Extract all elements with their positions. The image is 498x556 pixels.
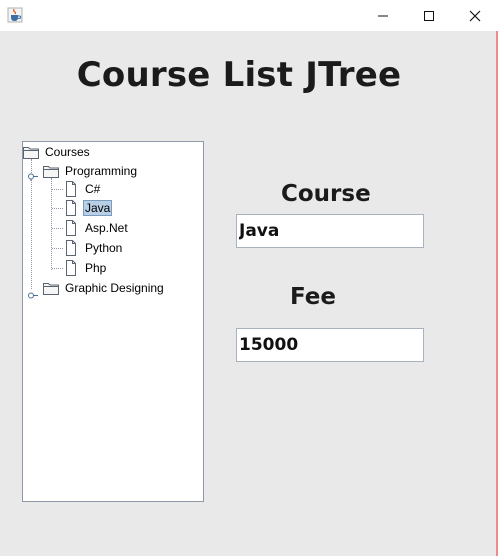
tree-node-label: C# <box>85 182 101 196</box>
maximize-icon <box>424 10 434 21</box>
file-icon <box>66 200 76 216</box>
folder-open-icon <box>23 147 39 159</box>
tree-leaf-aspnet[interactable]: Asp.Net <box>63 219 130 237</box>
file-icon <box>66 260 76 276</box>
tree-connector <box>51 178 52 270</box>
tree-connector <box>52 248 63 249</box>
file-icon <box>66 181 76 197</box>
minimize-icon <box>378 15 388 16</box>
tree-node-label: Graphic Designing <box>65 281 164 295</box>
tree-connector <box>52 189 63 190</box>
file-icon <box>66 220 76 236</box>
java-cup-icon[interactable] <box>7 7 23 23</box>
tree-leaf-java[interactable]: Java <box>63 199 113 217</box>
tree-root-courses[interactable]: Courses <box>23 143 92 161</box>
tree-connector <box>52 268 63 269</box>
tree-node-label: Php <box>85 261 107 275</box>
course-tree[interactable]: Courses Programming C# Java Asp.Net Pyth… <box>22 141 204 502</box>
minimize-button[interactable] <box>360 0 406 31</box>
tree-connector <box>52 208 63 209</box>
tree-node-label: Python <box>85 241 123 255</box>
page-title: Course List JTree <box>76 55 402 95</box>
folder-open-icon <box>43 166 59 178</box>
tree-connector <box>52 228 63 229</box>
tree-node-programming[interactable]: Programming <box>43 162 139 180</box>
course-label: Course <box>281 181 371 207</box>
tree-leaf-python[interactable]: Python <box>63 239 124 257</box>
tree-node-label: Courses <box>45 145 90 159</box>
close-icon <box>469 10 481 21</box>
fee-label: Fee <box>290 284 336 310</box>
collapse-toggle-icon[interactable] <box>27 285 38 299</box>
maximize-button[interactable] <box>406 0 452 31</box>
folder-closed-icon <box>43 283 59 295</box>
fee-field[interactable] <box>236 328 424 362</box>
title-bar <box>0 0 498 31</box>
tree-leaf-csharp[interactable]: C# <box>63 180 102 198</box>
expand-toggle-icon[interactable] <box>27 166 38 181</box>
course-field[interactable] <box>236 214 424 248</box>
tree-leaf-php[interactable]: Php <box>63 259 108 277</box>
tree-node-graphic-designing[interactable]: Graphic Designing <box>43 279 166 297</box>
tree-node-label: Java <box>83 200 113 216</box>
tree-node-label: Asp.Net <box>85 221 128 235</box>
file-icon <box>66 240 76 256</box>
tree-node-label: Programming <box>65 164 138 178</box>
close-button[interactable] <box>452 0 498 31</box>
